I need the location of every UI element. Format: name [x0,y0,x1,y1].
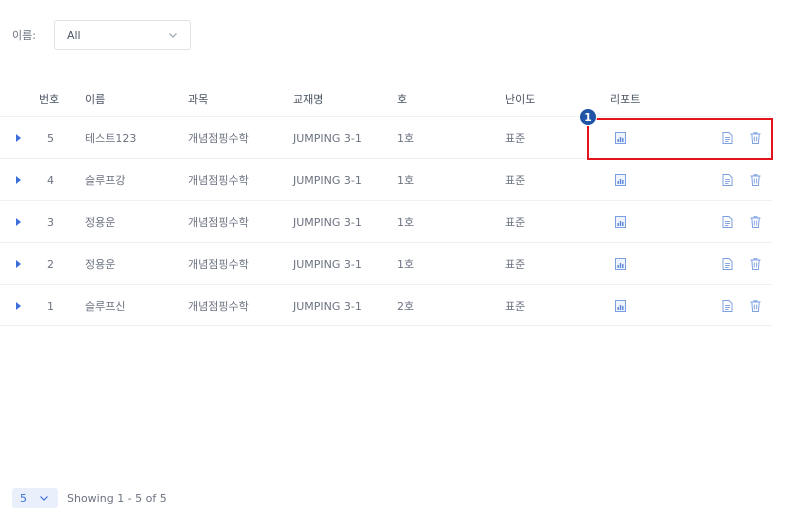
caret-right-icon [15,176,21,184]
cell-difficulty: 표준 [505,216,526,229]
cell-num: 3 [47,215,54,229]
document-button[interactable] [721,159,734,201]
cell-ho: 1호 [397,216,415,229]
cell-book: JUMPING 3-1 [293,299,362,313]
cell-course: 개념점핑수학 [188,132,249,145]
chart-report-icon [614,173,627,187]
cell-name: 슬루프신 [85,300,126,313]
cell-num: 1 [47,299,54,313]
header-course: 과목 [188,93,209,106]
pagination: 5 Showing 1 - 5 of 5 [12,488,167,508]
delete-button[interactable] [749,159,762,201]
chart-report-icon [614,299,627,313]
header-report: 리포트 [610,93,641,106]
cell-ho: 1호 [397,174,415,187]
cell-book: JUMPING 3-1 [293,215,362,229]
expand-row-button[interactable] [13,243,23,285]
document-button[interactable] [721,285,734,327]
header-num: 번호 [39,93,60,106]
cell-difficulty: 표준 [505,132,526,145]
document-icon [721,299,734,313]
trash-icon [749,173,762,187]
report-chart-button[interactable] [614,285,627,327]
caret-right-icon [15,218,21,226]
filter-selected-value: All [66,28,81,42]
header-name: 이름 [85,93,106,106]
trash-icon [749,257,762,271]
header-ho: 호 [397,93,408,106]
filter-label: 이름: [12,29,36,42]
header-difficulty: 난이도 [505,93,536,106]
cell-difficulty: 표준 [505,258,526,271]
cell-book: JUMPING 3-1 [293,131,362,145]
pagination-summary: Showing 1 - 5 of 5 [67,491,167,505]
chevron-down-icon [40,496,48,501]
chart-report-icon [614,215,627,229]
caret-right-icon [15,134,21,142]
delete-button[interactable] [749,243,762,285]
cell-course: 개념점핑수학 [188,216,249,229]
header-book: 교재명 [293,93,324,106]
annotation-badge: 1 [579,108,597,126]
cell-difficulty: 표준 [505,174,526,187]
page-size-select[interactable]: 5 [12,488,58,508]
trash-icon [749,215,762,229]
cell-name: 정용운 [85,258,116,271]
caret-right-icon [15,260,21,268]
cell-ho: 1호 [397,132,415,145]
cell-num: 5 [47,131,54,145]
cell-num: 4 [47,173,54,187]
document-icon [721,257,734,271]
cell-name: 정용운 [85,216,116,229]
chevron-down-icon [169,33,177,38]
cell-name: 슬루프강 [85,174,126,187]
document-button[interactable] [721,201,734,243]
cell-book: JUMPING 3-1 [293,257,362,271]
cell-course: 개념점핑수학 [188,174,249,187]
table-header: 번호 이름 과목 교재명 호 난이도 리포트 [0,82,772,116]
report-chart-button[interactable] [614,159,627,201]
name-filter-select[interactable]: All [53,20,191,50]
cell-ho: 1호 [397,258,415,271]
page-size-value: 5 [20,491,27,505]
annotation-highlight-box [587,118,773,160]
cell-difficulty: 표준 [505,300,526,313]
document-icon [721,215,734,229]
table-row[interactable]: 2 정용운 개념점핑수학 JUMPING 3-1 1호 표준 [0,242,772,284]
chart-report-icon [614,257,627,271]
expand-row-button[interactable] [13,117,23,159]
document-icon [721,173,734,187]
cell-num: 2 [47,257,54,271]
name-filter: 이름: All [12,20,191,50]
document-button[interactable] [721,243,734,285]
cell-course: 개념점핑수학 [188,300,249,313]
report-chart-button[interactable] [614,201,627,243]
delete-button[interactable] [749,201,762,243]
cell-book: JUMPING 3-1 [293,173,362,187]
report-chart-button[interactable] [614,243,627,285]
table-row[interactable]: 3 정용운 개념점핑수학 JUMPING 3-1 1호 표준 [0,200,772,242]
expand-row-button[interactable] [13,201,23,243]
trash-icon [749,299,762,313]
cell-course: 개념점핑수학 [188,258,249,271]
expand-row-button[interactable] [13,285,23,327]
caret-right-icon [15,302,21,310]
table-row[interactable]: 4 슬루프강 개념점핑수학 JUMPING 3-1 1호 표준 [0,158,772,200]
expand-row-button[interactable] [13,159,23,201]
table-row[interactable]: 1 슬루프신 개념점핑수학 JUMPING 3-1 2호 표준 [0,284,772,326]
cell-ho: 2호 [397,300,415,313]
cell-name: 테스트123 [85,132,137,145]
delete-button[interactable] [749,285,762,327]
